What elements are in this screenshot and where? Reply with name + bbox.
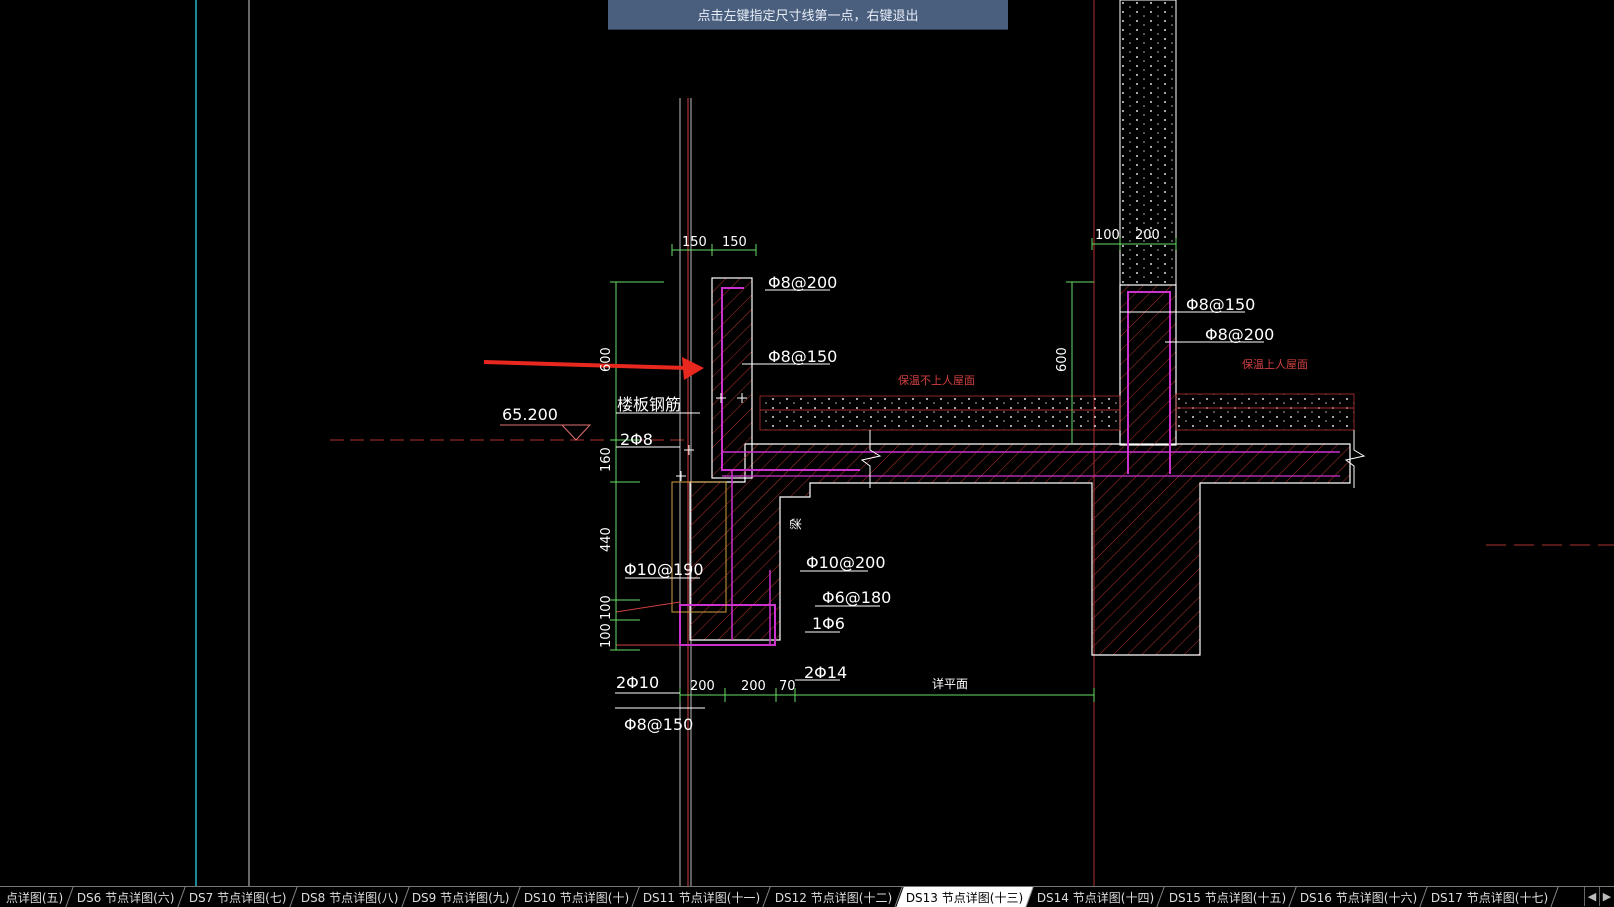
layout-tab-label: DS17 节点详图(十七)	[1431, 890, 1549, 905]
note-roof-left: 保温不上人屋面	[898, 373, 975, 387]
layout-tab-label: DS10 节点详图(十)	[524, 890, 630, 905]
dim-vert-600-right: 600	[1055, 347, 1070, 372]
layout-tab[interactable]: DS17 节点详图(十七)	[1421, 887, 1560, 907]
layout-tab-label: 点详图(五)	[5, 890, 64, 905]
label-2p8: 2Φ8	[620, 430, 653, 449]
layout-tab-label: DS13 节点详图(十三)	[906, 890, 1024, 905]
layout-tab-label: DS12 节点详图(十二)	[774, 890, 892, 905]
layout-tab[interactable]: DS6 节点详图(六)	[67, 887, 186, 907]
layout-tab[interactable]: 点详图(五)	[0, 887, 75, 907]
label-elevation: 65.200	[502, 405, 558, 424]
layout-tab-label: DS8 节点详图(八)	[300, 890, 399, 905]
layout-tab[interactable]: DS12 节点详图(十二)	[765, 887, 903, 907]
layout-tab[interactable]: DS15 节点详图(十五)	[1158, 887, 1297, 907]
left-parapet	[711, 277, 753, 479]
dim-top-left-1: 150	[682, 235, 707, 250]
layout-tab[interactable]: DS8 节点详图(八)	[291, 887, 410, 907]
red-arrow-annotation	[483, 357, 704, 380]
layout-tab[interactable]: DS13 节点详图(十三)	[896, 887, 1034, 907]
layout-tab-bar: 点详图(五) DS6 节点详图(六) DS7 节点详图(七) DS8 节点详图(八) D…	[0, 886, 1614, 907]
dim-top-right-2: 200	[1135, 228, 1160, 243]
roof-screed-right	[1175, 407, 1355, 431]
sill-line-1	[615, 601, 681, 613]
label-2p10: 2Φ10	[616, 673, 659, 692]
layout-tab-label: DS7 节点详图(七)	[189, 890, 287, 905]
dim-vert-160: 160	[599, 447, 614, 472]
drawing-canvas[interactable]: 150 150 100 200 600 600 160 440 100 100 …	[0, 0, 1614, 886]
layout-tab-label: DS11 节点详图(十一)	[643, 890, 761, 905]
dim-vert-100-b: 100	[599, 623, 614, 648]
note-roof-right: 保温上人屋面	[1242, 357, 1308, 371]
layout-tab[interactable]: DS9 节点详图(九)	[402, 887, 521, 907]
label-2p14: 2Φ14	[804, 663, 847, 682]
note-detail-plan: 详平面	[932, 676, 968, 691]
layout-tab[interactable]: DS7 节点详图(七)	[179, 887, 298, 907]
label-p10-190: Φ10@190	[624, 560, 704, 579]
label-p8-150-a: Φ8@150	[768, 347, 837, 366]
dim-vert-100-a: 100	[599, 595, 614, 620]
dim-bottom-70: 70	[779, 679, 796, 694]
label-slab-rebar: 楼板钢筋	[617, 395, 681, 414]
label-p8-200-b: Φ8@200	[1205, 325, 1274, 344]
elevation-marker	[500, 424, 592, 441]
tab-prev-button[interactable]: ◀	[1584, 887, 1599, 906]
layout-tab[interactable]: DS16 节点详图(十六)	[1290, 887, 1428, 907]
label-p10-200: Φ10@200	[806, 553, 886, 572]
roof-insulation-right	[1175, 393, 1355, 409]
layout-tab-label: DS16 节点详图(十六)	[1299, 890, 1418, 905]
dim-top-left-2: 150	[722, 235, 747, 250]
tab-navigation: ◀ ▶	[1584, 887, 1614, 906]
command-prompt-tooltip: 点击左键指定尺寸线第一点，右键退出	[608, 0, 1008, 30]
dim-vert-440: 440	[599, 527, 614, 552]
layout-tab[interactable]: DS10 节点详图(十)	[514, 887, 641, 907]
layout-tab-label: DS15 节点详图(十五)	[1168, 890, 1286, 905]
layout-tab-label: DS9 节点详图(九)	[412, 890, 511, 905]
layout-tab-label: DS14 节点详图(十四)	[1037, 890, 1155, 905]
label-p8-150-c: Φ8@150	[624, 715, 693, 734]
layout-tab-label: DS6 节点详图(六)	[77, 890, 176, 905]
label-beam-mark: 梁	[788, 518, 803, 530]
dim-vert-600-left: 600	[599, 347, 614, 372]
label-1p6: 1Φ6	[812, 614, 845, 633]
layout-tab[interactable]: DS11 节点详图(十一)	[633, 887, 772, 907]
label-p6-180: Φ6@180	[822, 588, 891, 607]
label-p8-150-b: Φ8@150	[1186, 295, 1255, 314]
tab-next-button[interactable]: ▶	[1599, 887, 1614, 906]
roof-screed-left	[759, 409, 1121, 431]
roof-insulation-left	[759, 395, 1121, 411]
label-p8-200-a: Φ8@200	[768, 273, 837, 292]
layout-tab[interactable]: DS14 节点详图(十四)	[1027, 887, 1166, 907]
dim-top-right-1: 100	[1095, 228, 1120, 243]
dim-bottom-200-b: 200	[741, 679, 766, 694]
dim-bottom-200-a: 200	[690, 679, 715, 694]
